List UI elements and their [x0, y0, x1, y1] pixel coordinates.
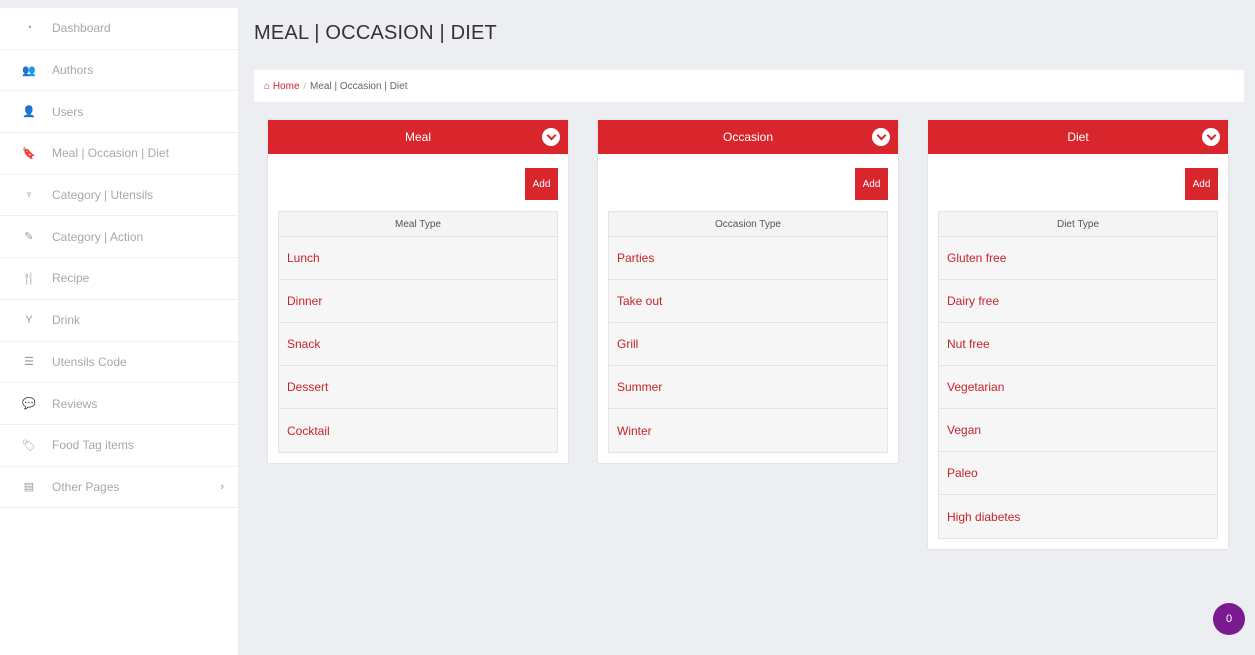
- collapse-button[interactable]: [542, 128, 560, 146]
- list-item[interactable]: Cocktail: [279, 409, 557, 452]
- breadcrumb-current: Meal | Occasion | Diet: [310, 80, 408, 92]
- list-item[interactable]: High diabetes: [939, 495, 1217, 538]
- dashboard-icon: ◔: [25, 22, 33, 35]
- list-column-header: Occasion Type: [609, 212, 887, 237]
- occasion-panel-header: Occasion: [598, 120, 898, 154]
- sidebar-item-label: Users: [52, 104, 84, 119]
- list-item[interactable]: Parties: [609, 237, 887, 280]
- sidebar-item-label: Dashboard: [52, 21, 111, 36]
- sidebar: ◔ Dashboard 👥 Authors 👤 Users 🔖 Meal | Occasion…: [0, 8, 238, 655]
- collapse-button[interactable]: [1202, 128, 1220, 146]
- sidebar-item-reviews[interactable]: 💬 Reviews: [0, 383, 238, 425]
- sidebar-item-meal-occasion-diet[interactable]: 🔖 Meal | Occasion | Diet: [0, 133, 238, 175]
- page-title: MEAL | OCCASION | DIET: [254, 22, 497, 44]
- bookmark-icon: 🔖: [22, 147, 36, 160]
- sidebar-item-category-action[interactable]: ✎ Category | Action: [0, 216, 238, 259]
- utensils-icon: ♆: [24, 189, 34, 202]
- list-icon: ☰: [24, 356, 34, 369]
- sidebar-item-recipe[interactable]: 🍴 Recipe: [0, 258, 238, 300]
- sidebar-item-other-pages[interactable]: ▤ Other Pages ›: [0, 467, 238, 509]
- sidebar-item-authors[interactable]: 👥 Authors: [0, 50, 238, 92]
- sidebar-item-users[interactable]: 👤 Users: [0, 91, 238, 134]
- notification-badge[interactable]: 0: [1213, 603, 1245, 635]
- list-item[interactable]: Summer: [609, 366, 887, 409]
- sidebar-item-label: Category | Action: [52, 229, 144, 244]
- panel-title: Diet: [1067, 130, 1089, 144]
- add-occasion-button[interactable]: Add: [855, 168, 888, 200]
- tag-icon: 🏷: [22, 439, 36, 452]
- chevron-down-icon: [876, 130, 886, 141]
- sidebar-item-label: Reviews: [52, 396, 98, 411]
- collapse-button[interactable]: [872, 128, 890, 146]
- list-item[interactable]: Dessert: [279, 366, 557, 409]
- meal-panel-header: Meal: [268, 120, 568, 154]
- list-item[interactable]: Paleo: [939, 452, 1217, 495]
- diet-panel-header: Diet: [928, 120, 1228, 154]
- add-diet-button[interactable]: Add: [1185, 168, 1218, 200]
- breadcrumb-separator: /: [303, 81, 307, 91]
- authors-icon: 👥: [22, 64, 36, 77]
- list-item[interactable]: Lunch: [279, 237, 557, 280]
- diet-panel: Diet Add Diet Type Gluten free Dairy free Nut…: [928, 120, 1228, 549]
- main-content: MEAL | OCCASION | DIET ⌂ Home / Meal | O…: [238, 8, 1255, 655]
- cutlery-icon: 🍴: [22, 272, 36, 285]
- list-item[interactable]: Vegan: [939, 409, 1217, 452]
- list-column-header: Diet Type: [939, 212, 1217, 237]
- sidebar-item-label: Category | Utensils: [52, 188, 154, 203]
- diet-type-list: Diet Type Gluten free Dairy free Nut free Ve…: [938, 211, 1218, 539]
- list-item[interactable]: Dairy free: [939, 280, 1217, 323]
- sidebar-item-label: Authors: [52, 63, 94, 78]
- list-item[interactable]: Dinner: [279, 280, 557, 323]
- breadcrumb-home-link[interactable]: ⌂ Home: [264, 81, 300, 92]
- list-item[interactable]: Winter: [609, 409, 887, 452]
- sidebar-item-drink[interactable]: Y Drink: [0, 300, 238, 342]
- sidebar-item-utensils-code[interactable]: ☰ Utensils Code: [0, 342, 238, 384]
- glass-icon: Y: [25, 314, 33, 327]
- meal-panel: Meal Add Meal Type Lunch Dinner Snack Dessert C…: [268, 120, 568, 463]
- chevron-right-icon: ›: [220, 480, 224, 493]
- occasion-panel: Occasion Add Occasion Type Parties Take out G…: [598, 120, 898, 463]
- sidebar-item-label: Other Pages: [52, 479, 120, 494]
- home-icon: ⌂: [264, 80, 271, 92]
- sidebar-item-label: Drink: [52, 313, 81, 328]
- list-item[interactable]: Snack: [279, 323, 557, 366]
- breadcrumb: ⌂ Home / Meal | Occasion | Diet: [254, 70, 1244, 102]
- chevron-down-icon: [546, 130, 556, 141]
- list-item[interactable]: Vegetarian: [939, 366, 1217, 409]
- panel-title: Occasion: [722, 130, 774, 144]
- list-item[interactable]: Gluten free: [939, 237, 1217, 280]
- sidebar-item-category-utensils[interactable]: ♆ Category | Utensils: [0, 175, 238, 217]
- add-row: Add: [928, 154, 1228, 200]
- sidebar-item-label: Food Tag items: [52, 438, 134, 453]
- pages-icon: ▤: [23, 481, 35, 494]
- sidebar-item-label: Utensils Code: [52, 354, 127, 369]
- sidebar-item-label: Recipe: [52, 271, 90, 286]
- panel-title: Meal: [404, 130, 431, 144]
- list-item[interactable]: Grill: [609, 323, 887, 366]
- add-row: Add: [268, 154, 568, 200]
- comments-icon: 💬: [22, 398, 36, 411]
- list-column-header: Meal Type: [279, 212, 557, 237]
- chevron-down-icon: [1206, 130, 1216, 141]
- add-row: Add: [598, 154, 898, 200]
- edit-icon: ✎: [24, 231, 34, 244]
- add-meal-button[interactable]: Add: [525, 168, 558, 200]
- sidebar-item-food-tag-items[interactable]: 🏷 Food Tag items: [0, 425, 238, 467]
- sidebar-item-label: Meal | Occasion | Diet: [52, 146, 169, 161]
- list-item[interactable]: Take out: [609, 280, 887, 323]
- list-item[interactable]: Nut free: [939, 323, 1217, 366]
- user-icon: 👤: [22, 106, 36, 119]
- breadcrumb-home-label: Home: [272, 80, 300, 92]
- sidebar-item-dashboard[interactable]: ◔ Dashboard: [0, 8, 238, 50]
- occasion-type-list: Occasion Type Parties Take out Grill Summer W…: [608, 211, 888, 453]
- meal-type-list: Meal Type Lunch Dinner Snack Dessert Cocktail: [278, 211, 558, 453]
